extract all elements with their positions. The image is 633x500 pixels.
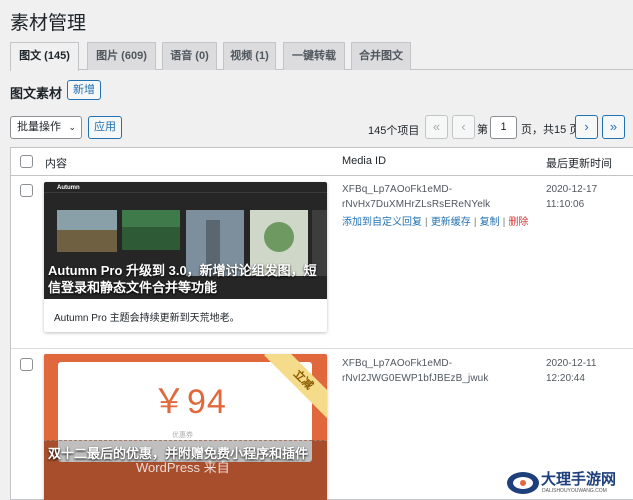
delete-link[interactable]: 删除 <box>508 217 528 228</box>
first-page-button[interactable]: « <box>425 115 448 139</box>
watermark-subtext: DALISHOUYOUWANG.COM <box>542 488 607 494</box>
row-checkbox[interactable] <box>20 358 33 371</box>
bulk-action-label: 批量操作 <box>17 121 61 133</box>
update-clock: 12:20:44 <box>546 373 585 384</box>
news-card[interactable]: Autumn Autumn Pro 升级到 3.0，新增讨论组发图，短信登录和静… <box>44 182 327 332</box>
tab-repost[interactable]: 一键转载 <box>283 42 345 70</box>
update-date: 2020-12-17 <box>546 184 598 195</box>
update-cache-link[interactable]: 更新缓存 <box>431 217 471 228</box>
bulk-action-select[interactable]: 批量操作 ⌄ <box>10 116 82 139</box>
col-content: 内容 <box>45 158 67 170</box>
current-page-input[interactable]: 1 <box>490 116 517 139</box>
card-overlay-title: 双十二最后的优惠，并附赠免费小程序和插件 <box>48 446 309 461</box>
add-to-reply-link[interactable]: 添加到自定义回复 <box>342 217 422 228</box>
media-id-line2: rNvI2JWG0EWP1bfJBEzB_jwuk <box>342 373 489 384</box>
section-title: 图文素材 <box>10 86 63 101</box>
news-card[interactable]: ￥94 立减 优惠券 WordPress 来自 双十二最后的优惠，并附赠免费小程… <box>44 354 327 500</box>
card-overlay-title: Autumn Pro 升级到 3.0，新增讨论组发图，短信登录和静态文件合并等功… <box>48 263 317 295</box>
update-clock: 11:10:06 <box>546 199 585 210</box>
watermark-text: 大理手游网 <box>541 471 617 488</box>
page-prefix: 第 <box>477 124 488 136</box>
item-count: 145个项目 <box>368 125 420 137</box>
media-table: 内容 Media ID 最后更新时间 Autumn Autumn Pro 升级到… <box>10 147 633 500</box>
tab-news[interactable]: 图文 (145) <box>10 42 79 71</box>
update-time: 2020-12-11 12:20:44 <box>546 356 596 386</box>
card-description: Autumn Pro 主题会持续更新到天荒地老。 <box>54 313 240 324</box>
copy-link[interactable]: 复制 <box>480 217 500 228</box>
media-id: XFBq_Lp7AOoFk1eMD-rNvHx7DuXMHrZLsRsEReNY… <box>342 182 490 212</box>
page-total: 页，共15 页 <box>521 124 581 136</box>
tab-video[interactable]: 视频 (1) <box>223 42 276 70</box>
add-new-button[interactable]: 新增 <box>67 80 101 100</box>
watermark-logo-icon <box>507 472 539 494</box>
col-media-id[interactable]: Media ID <box>342 155 386 167</box>
card-cover: Autumn Autumn Pro 升级到 3.0，新增讨论组发图，短信登录和静… <box>44 182 327 299</box>
site-watermark: 大理手游网 DALISHOUYOUWANG.COM <box>505 466 631 498</box>
next-page-button[interactable]: › <box>575 115 598 139</box>
media-id-line2: rNvHx7DuXMHrZLsRsEReNYelk <box>342 199 491 210</box>
coupon-price: ￥94 <box>152 383 227 421</box>
table-row: Autumn Autumn Pro 升级到 3.0，新增讨论组发图，短信登录和静… <box>11 176 633 349</box>
table-header: 内容 Media ID 最后更新时间 <box>11 148 633 176</box>
coupon-small-text: 优惠券 <box>172 432 193 439</box>
last-page-button[interactable]: » <box>602 115 625 139</box>
chevron-down-icon: ⌄ <box>68 122 76 132</box>
row-checkbox[interactable] <box>20 184 33 197</box>
page-title: 素材管理 <box>10 13 87 34</box>
prev-page-button[interactable]: ‹ <box>452 115 475 139</box>
apply-button[interactable]: 应用 <box>88 116 122 139</box>
media-id-line1: XFBq_Lp7AOoFk1eMD- <box>342 358 453 369</box>
tab-merge[interactable]: 合并图文 <box>351 42 411 70</box>
media-id: XFBq_Lp7AOoFk1eMD-rNvI2JWG0EWP1bfJBEzB_j… <box>342 356 488 386</box>
tab-bar: 图文 (145) 图片 (609) 语音 (0) 视频 (1) 一键转载 合并图… <box>10 42 633 71</box>
col-time[interactable]: 最后更新时间 <box>546 155 612 171</box>
tab-images[interactable]: 图片 (609) <box>87 42 156 70</box>
row-actions: 添加到自定义回复 | 更新缓存 | 复制 | 删除 <box>342 217 529 228</box>
media-id-line1: XFBq_Lp7AOoFk1eMD- <box>342 184 453 195</box>
update-time: 2020-12-17 11:10:06 <box>546 182 597 212</box>
update-date: 2020-12-11 <box>546 358 597 369</box>
select-all-checkbox[interactable] <box>20 155 33 168</box>
tab-voice[interactable]: 语音 (0) <box>162 42 217 70</box>
